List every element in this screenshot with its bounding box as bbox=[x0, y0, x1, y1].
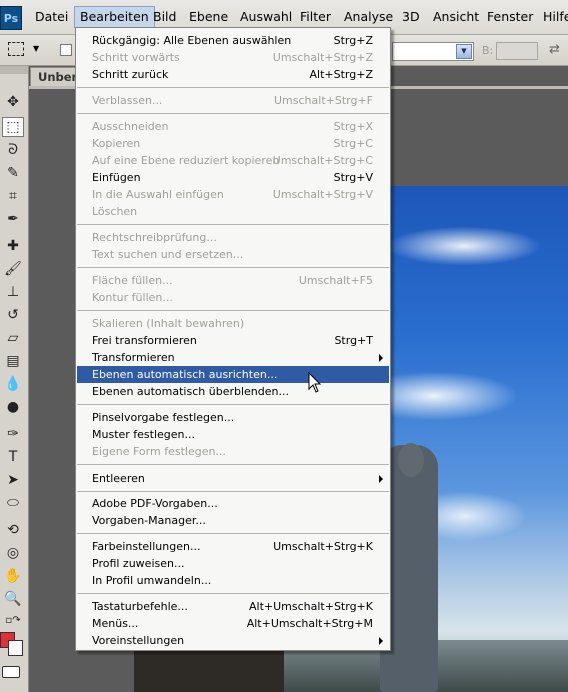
menu-item-menus[interactable]: Menüs... Alt+Umschalt+Strg+M bbox=[77, 615, 389, 632]
menu-item-step-backward[interactable]: Schritt zurück Alt+Strg+Z bbox=[77, 66, 389, 83]
default-colors-icon[interactable]: ▫↷ bbox=[2, 610, 24, 630]
menu-item-stroke: Kontur füllen... bbox=[92, 291, 173, 304]
menu-item-copy: Kopieren Strg+C bbox=[92, 137, 373, 150]
marquee-tool-icon[interactable]: ⬚ bbox=[2, 117, 24, 137]
zoom-tool-icon[interactable]: 🔍 bbox=[2, 589, 24, 609]
menu-separator bbox=[77, 491, 389, 492]
menu-separator bbox=[77, 224, 389, 225]
menu-filter[interactable]: Filter bbox=[295, 7, 336, 27]
menu-item-content-aware-scale: Skalieren (Inhalt bewahren) bbox=[92, 317, 245, 330]
submenu-arrow-icon bbox=[379, 354, 383, 362]
menu-item-assign-profile[interactable]: Profil zuweisen... bbox=[77, 555, 389, 572]
menu-item-define-custom-shape: Eigene Form festlegen... bbox=[92, 445, 226, 458]
menu-item-preferences[interactable]: Voreinstellungen bbox=[77, 632, 389, 649]
chevron-down-icon[interactable]: ▼ bbox=[456, 44, 472, 59]
menu-item-purge[interactable]: Entleeren bbox=[77, 470, 389, 487]
healing-brush-tool-icon[interactable]: ✚ bbox=[2, 236, 24, 256]
menu-item-fill: Fläche füllen... Umschalt+F5 bbox=[92, 274, 373, 287]
menu-item-keyboard-shortcuts[interactable]: Tastaturbefehle... Alt+Umschalt+Strg+K bbox=[77, 598, 389, 615]
menu-fenster[interactable]: Fenster bbox=[482, 7, 538, 27]
menu-item-preset-manager[interactable]: Vorgaben-Manager... bbox=[77, 512, 389, 529]
submenu-arrow-icon bbox=[379, 637, 383, 645]
menu-item-paste[interactable]: Einfügen Strg+V bbox=[77, 169, 389, 186]
menu-separator bbox=[77, 87, 389, 88]
pen-tool-icon[interactable]: ✑ bbox=[2, 424, 24, 444]
menu-item-spell-check: Rechtschreibprüfung... bbox=[92, 231, 217, 244]
3d-rotate-tool-icon[interactable]: ⟲ bbox=[2, 520, 24, 540]
eraser-tool-icon[interactable]: ▱ bbox=[2, 328, 24, 348]
background-color-swatch[interactable] bbox=[8, 640, 23, 656]
tools-panel-grip[interactable] bbox=[0, 66, 28, 74]
history-brush-tool-icon[interactable]: ↺ bbox=[2, 305, 24, 325]
menu-item-fade: Verblassen... Umschalt+Strg+F bbox=[92, 94, 373, 107]
menu-item-define-pattern[interactable]: Muster festlegen... bbox=[77, 426, 389, 443]
type-tool-icon[interactable]: T bbox=[2, 447, 24, 467]
chevron-down-icon[interactable]: ▼ bbox=[33, 44, 39, 53]
menu-hilfe[interactable]: Hilfe bbox=[538, 7, 568, 27]
menu-item-convert-profile[interactable]: In Profil umwandeln... bbox=[77, 572, 389, 589]
menu-separator bbox=[77, 593, 389, 594]
menu-item-clear: Löschen bbox=[92, 205, 138, 218]
menu-item-auto-align-layers[interactable]: Ebenen automatisch ausrichten... bbox=[77, 366, 389, 383]
style-select[interactable]: ▼ bbox=[392, 42, 474, 61]
image-rock bbox=[134, 650, 284, 692]
gradient-tool-icon[interactable]: ▤ bbox=[2, 351, 24, 371]
quick-mask-icon[interactable] bbox=[2, 666, 20, 678]
blur-tool-icon[interactable]: 💧 bbox=[2, 374, 24, 394]
crop-tool-icon[interactable]: ⌗ bbox=[2, 186, 24, 206]
menu-item-find-replace: Text suchen und ersetzen... bbox=[92, 248, 244, 261]
menu-separator bbox=[77, 464, 389, 465]
menu-separator bbox=[77, 404, 389, 405]
menu-item-paste-into: In die Auswahl einfügen Umschalt+Strg+V bbox=[92, 188, 373, 201]
menu-item-step-forward: Schritt vorwärts Umschalt+Strg+Z bbox=[92, 51, 373, 64]
photoshop-logo[interactable]: Ps bbox=[0, 6, 22, 30]
3d-orbit-tool-icon[interactable]: ◎ bbox=[2, 543, 24, 563]
option-checkbox[interactable] bbox=[60, 44, 72, 56]
clone-stamp-tool-icon[interactable]: ⊥ bbox=[2, 282, 24, 302]
menu-item-free-transform[interactable]: Frei transformieren Strg+T bbox=[77, 332, 389, 349]
menu-item-auto-blend-layers[interactable]: Ebenen automatisch überblenden... bbox=[77, 383, 389, 400]
width-field[interactable] bbox=[496, 42, 538, 60]
menu-separator bbox=[77, 533, 389, 534]
menu-3d[interactable]: 3D bbox=[397, 7, 425, 27]
eyedropper-tool-icon[interactable]: ✒ bbox=[2, 209, 24, 229]
menu-bearbeiten[interactable]: Bearbeiten bbox=[74, 6, 155, 28]
menu-item-cut: Ausschneiden Strg+X bbox=[92, 120, 373, 133]
menu-ebene[interactable]: Ebene bbox=[184, 7, 233, 27]
menu-item-color-settings[interactable]: Farbeinstellungen... Umschalt+Strg+K bbox=[77, 538, 389, 555]
menu-ansicht[interactable]: Ansicht bbox=[428, 7, 484, 27]
edit-menu-dropdown: Rückgängig: Alle Ebenen auswählen Strg+Z … bbox=[75, 27, 391, 651]
dodge-tool-icon[interactable]: ● bbox=[2, 397, 24, 417]
lasso-tool-icon[interactable]: ᘐ bbox=[2, 140, 24, 160]
menu-separator bbox=[77, 113, 389, 114]
move-tool-icon[interactable]: ✥ bbox=[2, 92, 24, 112]
menu-item-copy-merged: Auf eine Ebene reduziert kopieren Umschal… bbox=[92, 154, 373, 167]
width-label: B: bbox=[482, 44, 494, 57]
image-statue-head bbox=[398, 443, 424, 477]
hand-tool-icon[interactable]: ✋ bbox=[2, 566, 24, 586]
mouse-cursor-icon bbox=[308, 372, 322, 393]
menu-separator bbox=[77, 310, 389, 311]
quick-selection-tool-icon[interactable]: ✎ bbox=[2, 163, 24, 183]
menu-item-undo[interactable]: Rückgängig: Alle Ebenen auswählen Strg+Z bbox=[77, 32, 389, 49]
menu-analyse[interactable]: Analyse bbox=[339, 7, 398, 27]
menu-item-pdf-presets[interactable]: Adobe PDF-Vorgaben... bbox=[77, 495, 389, 512]
menu-bild[interactable]: Bild bbox=[148, 7, 181, 27]
menu-separator bbox=[77, 267, 389, 268]
rectangular-marquee-icon[interactable] bbox=[8, 42, 24, 56]
ellipse-tool-icon[interactable]: ⬭ bbox=[2, 493, 24, 513]
swap-dimensions-icon[interactable]: ⇄ bbox=[549, 42, 560, 57]
menu-auswahl[interactable]: Auswahl bbox=[235, 7, 297, 27]
menu-datei[interactable]: Datei bbox=[30, 7, 73, 27]
menu-item-define-brush[interactable]: Pinselvorgabe festlegen... bbox=[77, 409, 389, 426]
brush-tool-icon[interactable]: 🖌 bbox=[2, 259, 24, 279]
submenu-arrow-icon bbox=[379, 475, 383, 483]
path-selection-tool-icon[interactable]: ➤ bbox=[2, 470, 24, 490]
menu-item-transform[interactable]: Transformieren bbox=[77, 349, 389, 366]
